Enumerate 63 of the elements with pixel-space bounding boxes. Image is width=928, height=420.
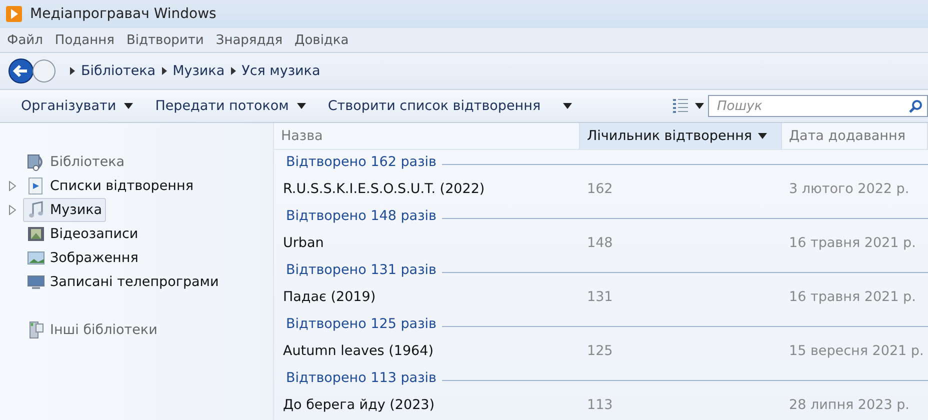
monitor-icon bbox=[27, 273, 45, 291]
table-cell-text: 131 bbox=[586, 289, 614, 305]
table-cell-text: 3 лютого 2022 р. bbox=[788, 181, 910, 197]
toolbar-button[interactable]: Створити список відтворення bbox=[316, 92, 583, 120]
sidebar-item[interactable]: Записані телепрограми bbox=[23, 270, 223, 294]
expand-arrow-icon[interactable] bbox=[9, 181, 16, 191]
menu-item[interactable]: Відтворити bbox=[121, 32, 209, 48]
caret-icon bbox=[296, 103, 306, 109]
sidebar-item[interactable]: Інші бібліотеки bbox=[23, 318, 162, 342]
menu-item[interactable]: Довідка bbox=[290, 32, 354, 48]
expand-arrow-icon[interactable] bbox=[9, 205, 16, 215]
chevron-icon bbox=[70, 67, 75, 75]
table-cell-text: 113 bbox=[586, 397, 614, 413]
picture-icon bbox=[27, 249, 45, 267]
table-cell-text: До берега йду (2023) bbox=[282, 397, 436, 413]
menu-item[interactable]: Файл bbox=[2, 32, 48, 48]
menu-item[interactable]: Подання bbox=[50, 32, 120, 48]
view-options-icon[interactable] bbox=[672, 98, 689, 114]
menu-item[interactable]: Знаряддя bbox=[210, 32, 288, 48]
breadcrumb-link[interactable]: Музика bbox=[172, 63, 225, 79]
library-icon bbox=[27, 153, 45, 171]
table-cell-text: 148 bbox=[586, 235, 614, 251]
breadcrumb-link[interactable]: Бібліотека bbox=[81, 63, 156, 79]
sidebar-item[interactable]: Бібліотека bbox=[23, 150, 129, 174]
back-button[interactable] bbox=[8, 58, 34, 84]
table-cell-text: Падає (2019) bbox=[282, 289, 377, 305]
toolbar-button[interactable]: Організувати bbox=[10, 92, 144, 120]
sidebar-item[interactable]: Зображення bbox=[23, 246, 142, 270]
breadcrumb-link[interactable]: Уся музика bbox=[242, 63, 320, 79]
library-icon bbox=[27, 321, 45, 339]
table-cell-text: 28 липня 2023 р. bbox=[788, 397, 910, 413]
search-icon bbox=[909, 99, 923, 113]
sidebar-item[interactable]: Музика bbox=[23, 198, 106, 222]
group-header[interactable]: Відтворено 131 разів bbox=[286, 262, 436, 278]
table-cell-text: 16 травня 2021 р. bbox=[788, 289, 917, 305]
column-header[interactable]: Дата додавання bbox=[782, 123, 928, 149]
search-box[interactable]: Пошук bbox=[708, 95, 928, 117]
sort-arrow-icon bbox=[758, 133, 768, 139]
group-header[interactable]: Відтворено 162 разів bbox=[286, 154, 436, 170]
app-icon bbox=[6, 6, 22, 22]
group-header[interactable]: Відтворено 148 разів bbox=[286, 208, 436, 224]
group-header[interactable]: Відтворено 125 разів bbox=[286, 316, 436, 332]
toolbar-button[interactable]: Передати потоком bbox=[144, 92, 317, 120]
column-header[interactable]: Лічильник відтворення bbox=[580, 123, 782, 149]
table-cell-text: Autumn leaves (1964) bbox=[282, 343, 434, 359]
window-title: Медіапрогравач Windows bbox=[30, 6, 216, 22]
table-cell-text: 15 вересня 2021 р. bbox=[788, 343, 925, 359]
playlist-icon bbox=[27, 177, 45, 195]
group-header[interactable]: Відтворено 113 разів bbox=[286, 370, 436, 386]
caret-icon bbox=[562, 103, 572, 109]
table-cell-text: Urban bbox=[282, 235, 325, 251]
caret-icon bbox=[124, 103, 134, 109]
sidebar-item[interactable]: Списки відтворення bbox=[23, 174, 198, 198]
chevron-icon bbox=[230, 67, 236, 75]
table-cell-text: 162 bbox=[586, 181, 614, 197]
chevron-icon bbox=[162, 67, 167, 75]
film-icon bbox=[27, 225, 45, 243]
table-cell-text: R.U.S.S.K.I.E.S.O.S.U.T. (2022) bbox=[282, 181, 486, 197]
sidebar-item[interactable]: Відеозаписи bbox=[23, 222, 142, 246]
music-note-icon bbox=[27, 201, 45, 219]
table-cell-text: 16 травня 2021 р. bbox=[788, 235, 917, 251]
caret-icon bbox=[695, 103, 704, 109]
table-cell-text: 125 bbox=[586, 343, 614, 359]
